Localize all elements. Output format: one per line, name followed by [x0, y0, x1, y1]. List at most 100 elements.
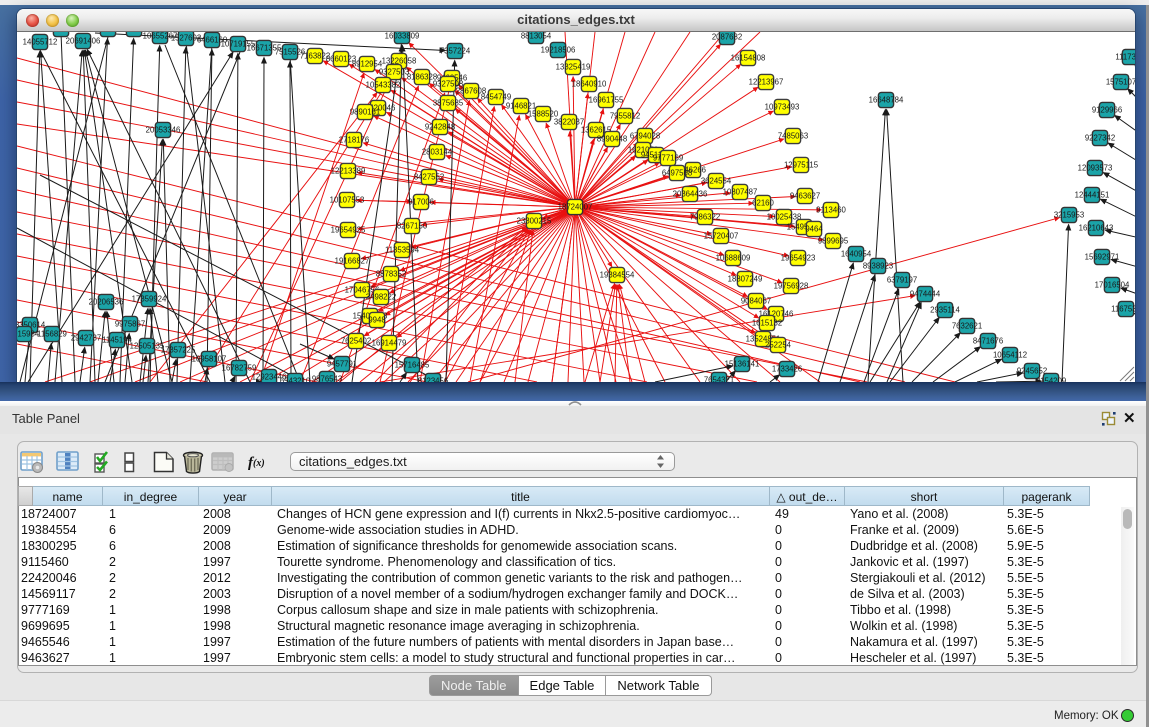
svg-text:9113460: 9113460 — [816, 206, 846, 215]
svg-text:9242848: 9242848 — [425, 123, 455, 132]
svg-text:12444151: 12444151 — [1075, 191, 1110, 200]
svg-text:10107553: 10107553 — [330, 196, 365, 205]
svg-text:9129966: 9129966 — [1092, 106, 1122, 115]
svg-text:1156829: 1156829 — [37, 330, 67, 339]
svg-text:2935114: 2935114 — [930, 306, 960, 315]
svg-text:9890161: 9890161 — [350, 108, 380, 117]
svg-text:9327503: 9327503 — [379, 68, 409, 77]
svg-text:14055712: 14055712 — [23, 38, 58, 47]
svg-text:7632621: 7632621 — [952, 322, 982, 331]
svg-text:9084067: 9084067 — [741, 297, 771, 306]
svg-text:1145194: 1145194 — [102, 336, 132, 345]
svg-text:19384554: 19384554 — [600, 271, 635, 280]
svg-text:15136141: 15136141 — [725, 360, 760, 369]
svg-text:917006: 917006 — [408, 198, 434, 207]
svg-text:3875685: 3875685 — [433, 99, 464, 108]
svg-text:1640954: 1640954 — [841, 250, 872, 259]
svg-text:9463627: 9463627 — [790, 192, 820, 201]
svg-text:23300215: 23300215 — [517, 217, 552, 226]
svg-text:16210643: 16210643 — [1079, 224, 1114, 233]
svg-text:12093573: 12093573 — [1078, 164, 1113, 173]
svg-text:2087682: 2087682 — [712, 33, 742, 42]
svg-text:10654112: 10654112 — [993, 351, 1027, 360]
svg-text:15716485: 15716485 — [395, 361, 430, 370]
svg-text:20206536: 20206536 — [89, 298, 124, 307]
svg-text:9948: 9948 — [368, 316, 385, 325]
svg-text:8471676: 8471676 — [973, 337, 1003, 346]
svg-text:12213389: 12213389 — [331, 167, 366, 176]
svg-text:7485063: 7485063 — [778, 132, 808, 141]
svg-text:10025438: 10025438 — [767, 213, 802, 222]
svg-text:8454749: 8454749 — [481, 93, 511, 102]
svg-text:9227342: 9227342 — [1085, 134, 1115, 143]
svg-text:18640910: 18640910 — [572, 80, 607, 89]
svg-text:8938923: 8938923 — [863, 262, 893, 271]
svg-text:1167533: 1167533 — [1111, 305, 1135, 314]
svg-text:1575107: 1575107 — [1106, 78, 1135, 87]
svg-text:7986322: 7986322 — [690, 213, 720, 222]
svg-text:13325419: 13325419 — [556, 63, 591, 72]
svg-text:17016504: 17016504 — [1095, 281, 1130, 290]
svg-text:19166827: 19166827 — [335, 257, 370, 266]
svg-text:9464: 9464 — [805, 225, 823, 234]
svg-text:6379197: 6379197 — [887, 276, 917, 285]
svg-text:9474444: 9474444 — [910, 290, 941, 299]
svg-text:3498222: 3498222 — [366, 293, 396, 302]
svg-text:9245652: 9245652 — [1017, 367, 1047, 376]
svg-text:6794028: 6794028 — [630, 132, 660, 141]
svg-text:12213967: 12213967 — [749, 78, 784, 87]
svg-text:18807249: 18807249 — [728, 275, 763, 284]
svg-text:17359924: 17359924 — [132, 295, 167, 304]
svg-text:20053346: 20053346 — [146, 126, 181, 135]
svg-text:3215953: 3215953 — [1054, 211, 1084, 220]
svg-text:9777169: 9777169 — [653, 154, 683, 163]
svg-text:62160: 62160 — [752, 199, 774, 208]
svg-text:3822037: 3822037 — [554, 118, 584, 127]
svg-text:10958107: 10958107 — [192, 355, 227, 364]
svg-text:19756928: 19756928 — [774, 282, 809, 291]
svg-text:12975115: 12975115 — [784, 161, 819, 170]
svg-text:16961755: 16961755 — [589, 96, 624, 105]
svg-text:20897154: 20897154 — [44, 32, 79, 34]
svg-text:18724007: 18724007 — [558, 203, 593, 212]
svg-text:19654923: 19654923 — [781, 254, 816, 263]
svg-text:10973493: 10973493 — [765, 103, 800, 112]
svg-text:15720407: 15720407 — [704, 232, 739, 241]
svg-text:9975867: 9975867 — [115, 320, 145, 329]
svg-text:8267150: 8267150 — [397, 222, 428, 231]
svg-text:1117394: 1117394 — [1115, 53, 1135, 62]
svg-text:9876543: 9876543 — [312, 375, 342, 383]
svg-text:10807487: 10807487 — [723, 188, 758, 197]
svg-text:20364436: 20364436 — [673, 190, 708, 199]
svg-text:2718176: 2718176 — [339, 136, 369, 145]
svg-text:16782759: 16782759 — [222, 364, 257, 373]
svg-text:16914479: 16914479 — [372, 339, 407, 348]
svg-text:1733426: 1733426 — [772, 365, 802, 374]
svg-text:1615132: 1615132 — [752, 319, 782, 328]
svg-text:2803144: 2803144 — [422, 148, 453, 157]
svg-text:15692971: 15692971 — [1085, 253, 1120, 262]
svg-text:11353594: 11353594 — [385, 246, 420, 255]
svg-text:20691406: 20691406 — [66, 37, 101, 46]
svg-text:16033809: 16033809 — [385, 32, 420, 41]
svg-text:16154808: 16154808 — [731, 54, 766, 63]
svg-text:6497568: 6497568 — [662, 169, 692, 178]
svg-text:8427552: 8427552 — [414, 173, 444, 182]
svg-text:3624554: 3624554 — [701, 177, 732, 186]
svg-text:7357224: 7357224 — [440, 47, 471, 56]
svg-text:8878352: 8878352 — [376, 270, 406, 279]
svg-text:7955812: 7955812 — [610, 112, 640, 121]
svg-text:7625402: 7625402 — [341, 337, 371, 346]
svg-text:9899695: 9899695 — [818, 237, 849, 246]
svg-text:8813054: 8813054 — [521, 32, 552, 41]
svg-text:2942737: 2942737 — [71, 334, 101, 343]
svg-text:19654925: 19654925 — [331, 226, 366, 235]
svg-text:17357225: 17357225 — [161, 346, 196, 355]
svg-text:10688609: 10688609 — [716, 254, 751, 263]
svg-text:19218506: 19218506 — [541, 46, 576, 55]
svg-text:8990448: 8990448 — [597, 135, 627, 144]
svg-text:252254: 252254 — [765, 341, 792, 350]
svg-text:10543382: 10543382 — [366, 81, 401, 90]
svg-text:16648784: 16648784 — [869, 96, 904, 105]
svg-text:9457791: 9457791 — [327, 360, 357, 369]
